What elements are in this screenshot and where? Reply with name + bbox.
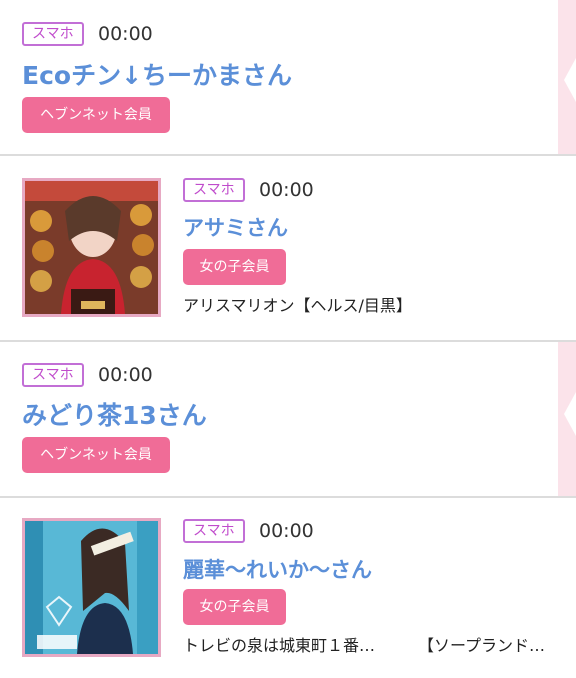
poster-name[interactable]: Ecoチン↓ちーかまさん: [22, 56, 292, 92]
right-edge-strip: [558, 342, 576, 496]
poster-name[interactable]: 麗華〜れいか〜さん: [183, 554, 372, 584]
device-tag: スマホ: [183, 519, 245, 543]
member-badge: ヘブンネット会員: [22, 97, 170, 133]
poster-name[interactable]: アサミさん: [183, 212, 288, 242]
device-tag: スマホ: [22, 363, 84, 387]
shop-genre[interactable]: 【ソープランド…: [418, 632, 545, 656]
member-badge: ヘブンネット会員: [22, 437, 170, 473]
shop-name[interactable]: アリスマリオン【ヘルス/目黒】: [183, 292, 412, 316]
poster-name[interactable]: みどり茶13さん: [22, 396, 207, 432]
post-list: スマホ 00:00 Ecoチン↓ちーかまさん ヘブンネット会員 スマホ 00:0…: [0, 0, 576, 678]
profile-thumbnail[interactable]: [22, 518, 161, 657]
list-item[interactable]: スマホ 00:00 みどり茶13さん ヘブンネット会員: [0, 342, 560, 496]
list-item[interactable]: スマホ 00:00 アサミさん 女の子会員 アリスマリオン【ヘルス/目黒】: [0, 156, 560, 340]
strip-notch: [564, 58, 576, 102]
post-time: 00:00: [259, 179, 314, 201]
member-badge: 女の子会員: [183, 589, 286, 625]
profile-thumbnail[interactable]: [22, 178, 161, 317]
device-tag: スマホ: [22, 22, 84, 46]
device-tag: スマホ: [183, 178, 245, 202]
post-time: 00:00: [98, 364, 153, 386]
right-edge-strip: [558, 0, 576, 154]
strip-notch: [564, 392, 576, 436]
post-time: 00:00: [98, 23, 153, 45]
post-time: 00:00: [259, 520, 314, 542]
profile-image: [25, 181, 158, 314]
list-item[interactable]: スマホ 00:00 麗華〜れいか〜さん 女の子会員 トレビの泉は城東町１番… 【…: [0, 498, 560, 678]
profile-image: [25, 521, 158, 654]
list-item[interactable]: スマホ 00:00 Ecoチン↓ちーかまさん ヘブンネット会員: [0, 0, 560, 154]
shop-area[interactable]: トレビの泉は城東町１番…: [183, 632, 375, 656]
member-badge: 女の子会員: [183, 249, 286, 285]
